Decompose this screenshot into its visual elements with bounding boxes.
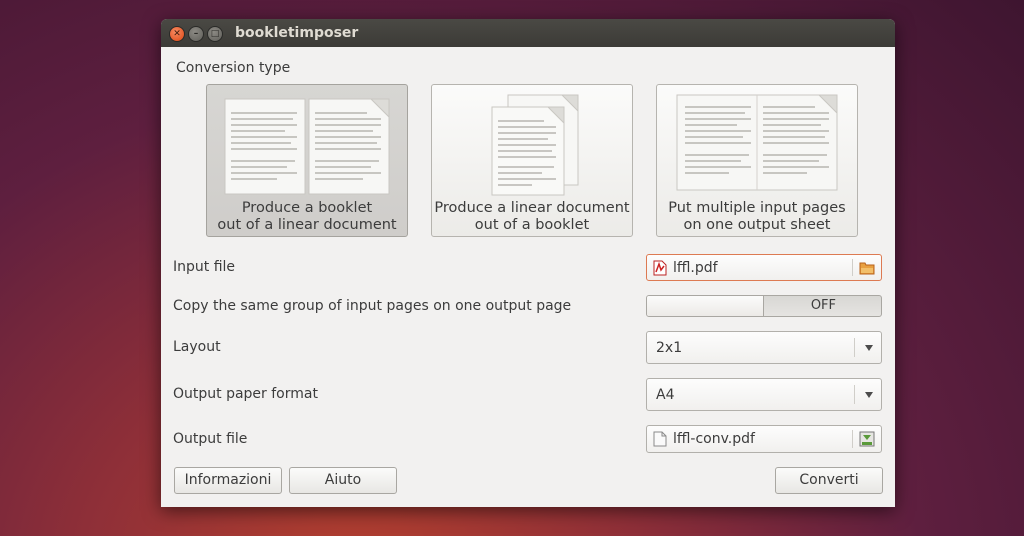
- conversion-linear-caption: Produce a linear document out of a bookl…: [432, 200, 632, 234]
- conversion-booklet-caption: Produce a booklet out of a linear docume…: [207, 200, 407, 234]
- bookletimposer-window: ✕ – □ bookletimposer Conversion type Pro…: [161, 19, 895, 507]
- pdf-file-icon: [653, 260, 667, 280]
- caption-line-1: Produce a linear document: [434, 200, 630, 216]
- save-icon[interactable]: [859, 431, 875, 451]
- minimize-window-button[interactable]: –: [188, 26, 204, 42]
- booklet-icon: [224, 98, 390, 195]
- conversion-nup-button[interactable]: Put multiple input pages on one output s…: [656, 84, 858, 237]
- document-icon: [653, 431, 667, 451]
- copy-group-label: Copy the same group of input pages on on…: [173, 298, 572, 314]
- conversion-nup-caption: Put multiple input pages on one output s…: [657, 200, 857, 234]
- separator: [854, 338, 855, 357]
- paper-format-select[interactable]: A4: [646, 378, 882, 411]
- input-file-name: lffl.pdf: [673, 260, 718, 276]
- separator: [852, 259, 853, 276]
- layout-label: Layout: [173, 339, 221, 355]
- caption-line-2: on one output sheet: [683, 217, 831, 233]
- paper-format-label: Output paper format: [173, 386, 318, 402]
- maximize-window-button[interactable]: □: [207, 26, 223, 42]
- output-file-name: lffl-conv.pdf: [673, 431, 755, 447]
- convert-button[interactable]: Converti: [775, 467, 883, 494]
- conversion-linear-button[interactable]: Produce a linear document out of a bookl…: [431, 84, 633, 237]
- switch-state: OFF: [810, 298, 836, 313]
- paper-format-value: A4: [656, 387, 675, 403]
- conversion-type-label: Conversion type: [176, 60, 291, 76]
- caption-line-1: Produce a booklet: [241, 200, 373, 216]
- input-file-label: Input file: [173, 259, 236, 275]
- chevron-down-icon: [865, 345, 873, 351]
- window-title: bookletimposer: [235, 25, 359, 41]
- help-button[interactable]: Aiuto: [289, 467, 397, 494]
- output-file-chooser[interactable]: lffl-conv.pdf: [646, 425, 882, 453]
- info-button[interactable]: Informazioni: [174, 467, 282, 494]
- separator: [852, 430, 853, 448]
- linear-document-icon: [491, 94, 579, 196]
- folder-open-icon[interactable]: [859, 260, 875, 279]
- title-bar: ✕ – □ bookletimposer: [161, 19, 895, 47]
- nup-sheet-icon: [676, 94, 838, 191]
- caption-line-2: out of a booklet: [474, 217, 590, 233]
- separator: [854, 385, 855, 404]
- input-file-chooser[interactable]: lffl.pdf: [646, 254, 882, 281]
- layout-value: 2x1: [656, 340, 683, 356]
- caption-line-1: Put multiple input pages: [668, 200, 846, 216]
- switch-knob[interactable]: [647, 296, 764, 316]
- output-file-label: Output file: [173, 431, 248, 447]
- chevron-down-icon: [865, 392, 873, 398]
- caption-line-2: out of a linear document: [217, 217, 397, 233]
- layout-select[interactable]: 2x1: [646, 331, 882, 364]
- copy-group-switch[interactable]: OFF: [646, 295, 882, 317]
- close-window-button[interactable]: ✕: [169, 26, 185, 42]
- conversion-booklet-button[interactable]: Produce a booklet out of a linear docume…: [206, 84, 408, 237]
